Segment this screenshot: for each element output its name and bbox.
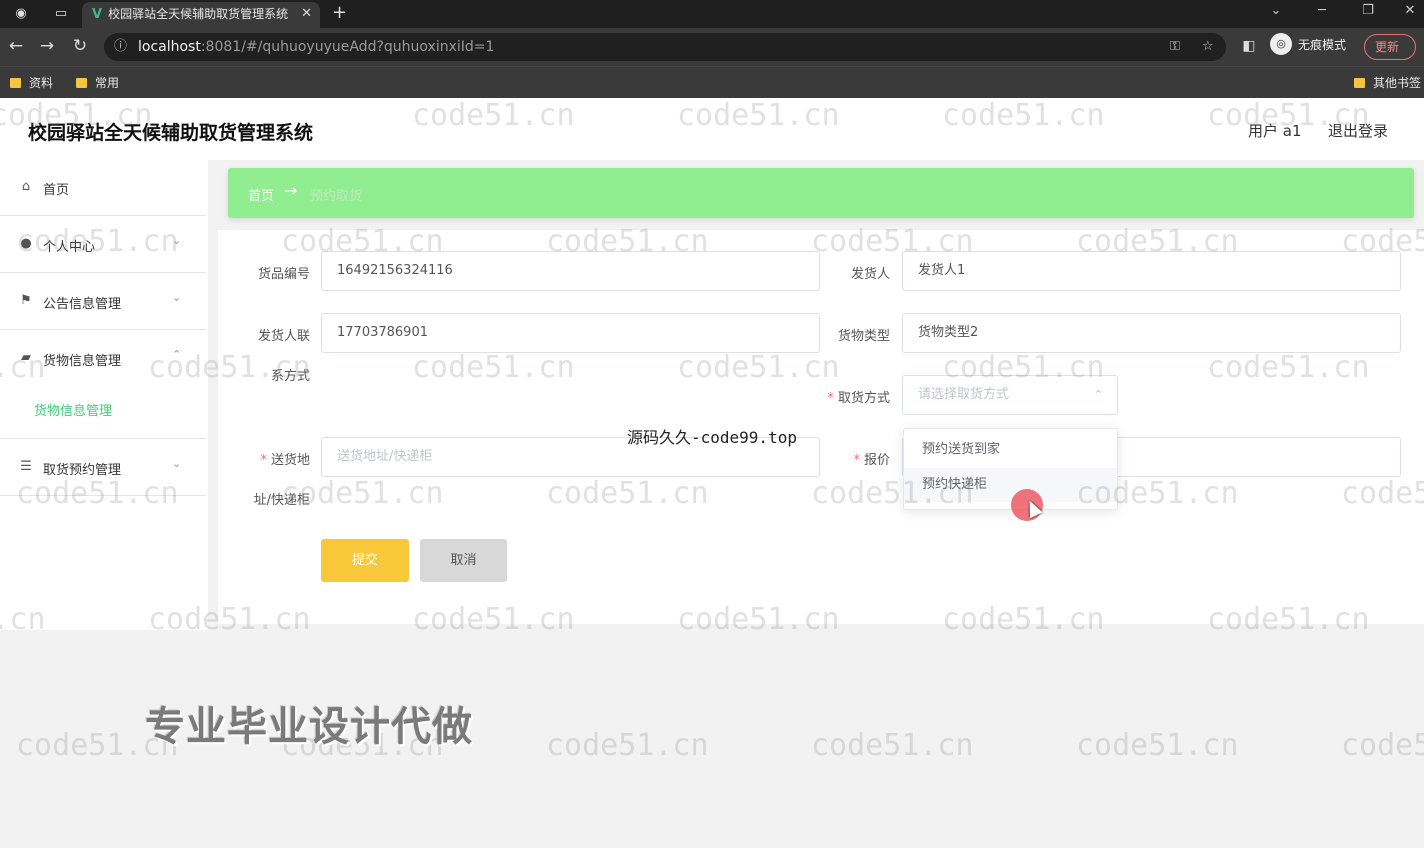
sender-input[interactable]: 发货人1 — [902, 251, 1401, 291]
user-icon: ● — [20, 236, 32, 251]
bookmark-folder-1[interactable]: 资料 — [10, 74, 53, 91]
tab-active[interactable]: V 校园驿站全天候辅助取货管理系统 ✕ — [82, 2, 320, 28]
minimize-icon[interactable]: ─ — [1312, 3, 1332, 18]
dropdown-option[interactable]: 预约送货到家 — [904, 433, 1117, 467]
pickup-method-select[interactable]: 请选择取货方式 ⌃ — [902, 375, 1118, 415]
sender-phone-label-2: 系方式 — [270, 369, 310, 384]
address-label-2: 址/快递柜 — [253, 493, 310, 508]
pickup-method-placeholder: 请选择取货方式 — [918, 387, 1010, 402]
restore-icon[interactable]: ❐ — [1358, 3, 1378, 18]
address-label-1: * 送货地 — [230, 449, 310, 468]
url-path: :8081/#/quhuoyuyueAdd?quhuoxinxiId=1 — [200, 39, 495, 55]
sidebar-item-pickup[interactable]: ☰ 取货预约管理 ⌄ — [0, 440, 206, 496]
goods-type-input[interactable]: 货物类型2 — [902, 313, 1401, 353]
folder-icon — [76, 77, 87, 88]
goods-no-input[interactable]: 16492156324116 — [321, 251, 820, 291]
browser-tab-bar: ◉ ▭ V 校园驿站全天候辅助取货管理系统 ✕ + ⌄ ─ ❐ ✕ — [0, 0, 1424, 28]
breadcrumb-home[interactable]: 首页 — [248, 185, 274, 204]
folder-icon — [10, 77, 21, 88]
address-bar: ← → ↻ ⓘ localhost:8081/#/quhuoyuyueAdd?q… — [0, 28, 1424, 66]
submit-button[interactable]: 提交 — [321, 539, 409, 582]
close-tab-icon[interactable]: ✕ — [301, 2, 312, 26]
sender-phone-input[interactable]: 17703786901 — [321, 313, 820, 353]
cancel-button[interactable]: 取消 — [420, 539, 507, 582]
pickup-method-label-text: 取货方式 — [837, 391, 890, 406]
breadcrumb: 首页 → 预约取货 — [228, 168, 1414, 218]
bookmarks-bar: 资料 常用 其他书签 — [0, 66, 1424, 98]
chevron-up-icon: ⌃ — [1093, 388, 1103, 401]
goods-no-label: 货品编号 — [257, 267, 310, 282]
sender-label: 发货人 — [850, 267, 890, 282]
current-user: 用户 a1 — [1248, 122, 1302, 140]
home-icon: ⌂ — [21, 179, 31, 194]
incognito-icon: ◎ — [1270, 33, 1292, 55]
dropdown-option[interactable]: 预约快递柜 — [904, 468, 1117, 502]
star-icon[interactable]: ☆ — [1202, 33, 1214, 61]
sidebar-item-label: 首页 — [43, 183, 70, 198]
overlay-source-text: 源码久久-code99.top — [627, 428, 797, 447]
other-bookmarks[interactable]: 其他书签 — [1354, 74, 1421, 91]
tab-search-icon[interactable]: ▭ — [50, 4, 72, 24]
promo-text: 专业毕业设计代做 — [145, 704, 473, 750]
sidebar-item-label: 取货预约管理 — [43, 463, 122, 478]
arrow-right-icon: → — [284, 181, 298, 200]
tab-title: 校园驿站全天候辅助取货管理系统 — [108, 7, 289, 21]
update-button[interactable]: 更新 — [1364, 34, 1416, 60]
new-tab-icon[interactable]: + — [332, 2, 347, 23]
info-icon[interactable]: ⓘ — [114, 33, 127, 61]
chevron-down-icon: ⌄ — [172, 291, 182, 304]
key-icon[interactable]: ⚿ — [1170, 33, 1180, 61]
reload-icon[interactable]: ↻ — [69, 36, 91, 56]
bookmark-label: 常用 — [95, 76, 120, 90]
price-label: * 报价 — [820, 449, 890, 468]
required-mark: * — [827, 391, 834, 406]
required-mark: * — [853, 453, 860, 468]
sidebar-subitem-goods[interactable]: 货物信息管理 — [34, 400, 112, 419]
breadcrumb-current: 预约取货 — [310, 189, 363, 204]
chevron-down-icon: ⌄ — [172, 457, 182, 470]
sidebar: ⌂ 首页 ● 个人中心 ⌄ ⚑ 公告信息管理 ⌄ ▰ 货物信息管理 ⌃ 货物信息… — [0, 160, 208, 630]
url-host: localhost — [138, 39, 201, 55]
bookmark-label: 资料 — [29, 76, 54, 90]
chevron-down-icon[interactable]: ⌄ — [1266, 3, 1286, 18]
folder-icon — [1354, 77, 1365, 88]
sender-phone-label-1: 发货人联 — [257, 329, 310, 344]
pickup-method-label: * 取货方式 — [800, 387, 890, 406]
globe-icon[interactable]: ◉ — [10, 4, 32, 24]
vue-favicon-icon: V — [92, 7, 103, 22]
bookmark-folder-2[interactable]: 常用 — [76, 74, 119, 91]
sidebar-item-goods[interactable]: ▰ 货物信息管理 ⌃ — [0, 331, 206, 439]
update-label: 更新 — [1375, 40, 1400, 54]
truck-icon: ▰ — [21, 350, 31, 365]
site-title: 校园驿站全天候辅助取货管理系统 — [28, 122, 314, 144]
incognito-label: 无痕模式 — [1298, 38, 1347, 52]
list-icon: ☰ — [20, 459, 32, 474]
required-mark: * — [260, 453, 267, 468]
chevron-down-icon: ⌄ — [172, 234, 182, 247]
chevron-up-icon: ⌃ — [172, 348, 182, 361]
flag-icon: ⚑ — [20, 293, 32, 308]
sidebar-item-label: 货物信息管理 — [43, 354, 122, 369]
url-input[interactable]: ⓘ localhost:8081/#/quhuoyuyueAdd?quhuoxi… — [104, 33, 1226, 61]
pickup-method-dropdown: 预约送货到家 预约快递柜 — [903, 428, 1118, 510]
address-label-text: 送货地 — [270, 453, 310, 468]
back-icon[interactable]: ← — [5, 36, 27, 56]
sidebar-item-label: 个人中心 — [43, 240, 96, 255]
goods-type-label: 货物类型 — [837, 329, 890, 344]
sidebar-item-personal[interactable]: ● 个人中心 ⌄ — [0, 217, 206, 273]
sidebar-item-label: 公告信息管理 — [43, 297, 122, 312]
other-bookmarks-label: 其他书签 — [1373, 76, 1422, 90]
logout-link[interactable]: 退出登录 — [1328, 120, 1388, 141]
close-window-icon[interactable]: ✕ — [1400, 3, 1420, 18]
price-label-text: 报价 — [863, 453, 890, 468]
incognito-badge[interactable]: ◎ 无痕模式 — [1270, 33, 1347, 55]
sidebar-toggle-icon[interactable]: ◧ — [1238, 38, 1260, 54]
forward-icon[interactable]: → — [36, 36, 58, 56]
sidebar-item-notices[interactable]: ⚑ 公告信息管理 ⌄ — [0, 274, 206, 330]
sidebar-item-home[interactable]: ⌂ 首页 — [0, 160, 206, 216]
site-header: 校园驿站全天候辅助取货管理系统 用户 a1 退出登录 — [0, 98, 1424, 160]
